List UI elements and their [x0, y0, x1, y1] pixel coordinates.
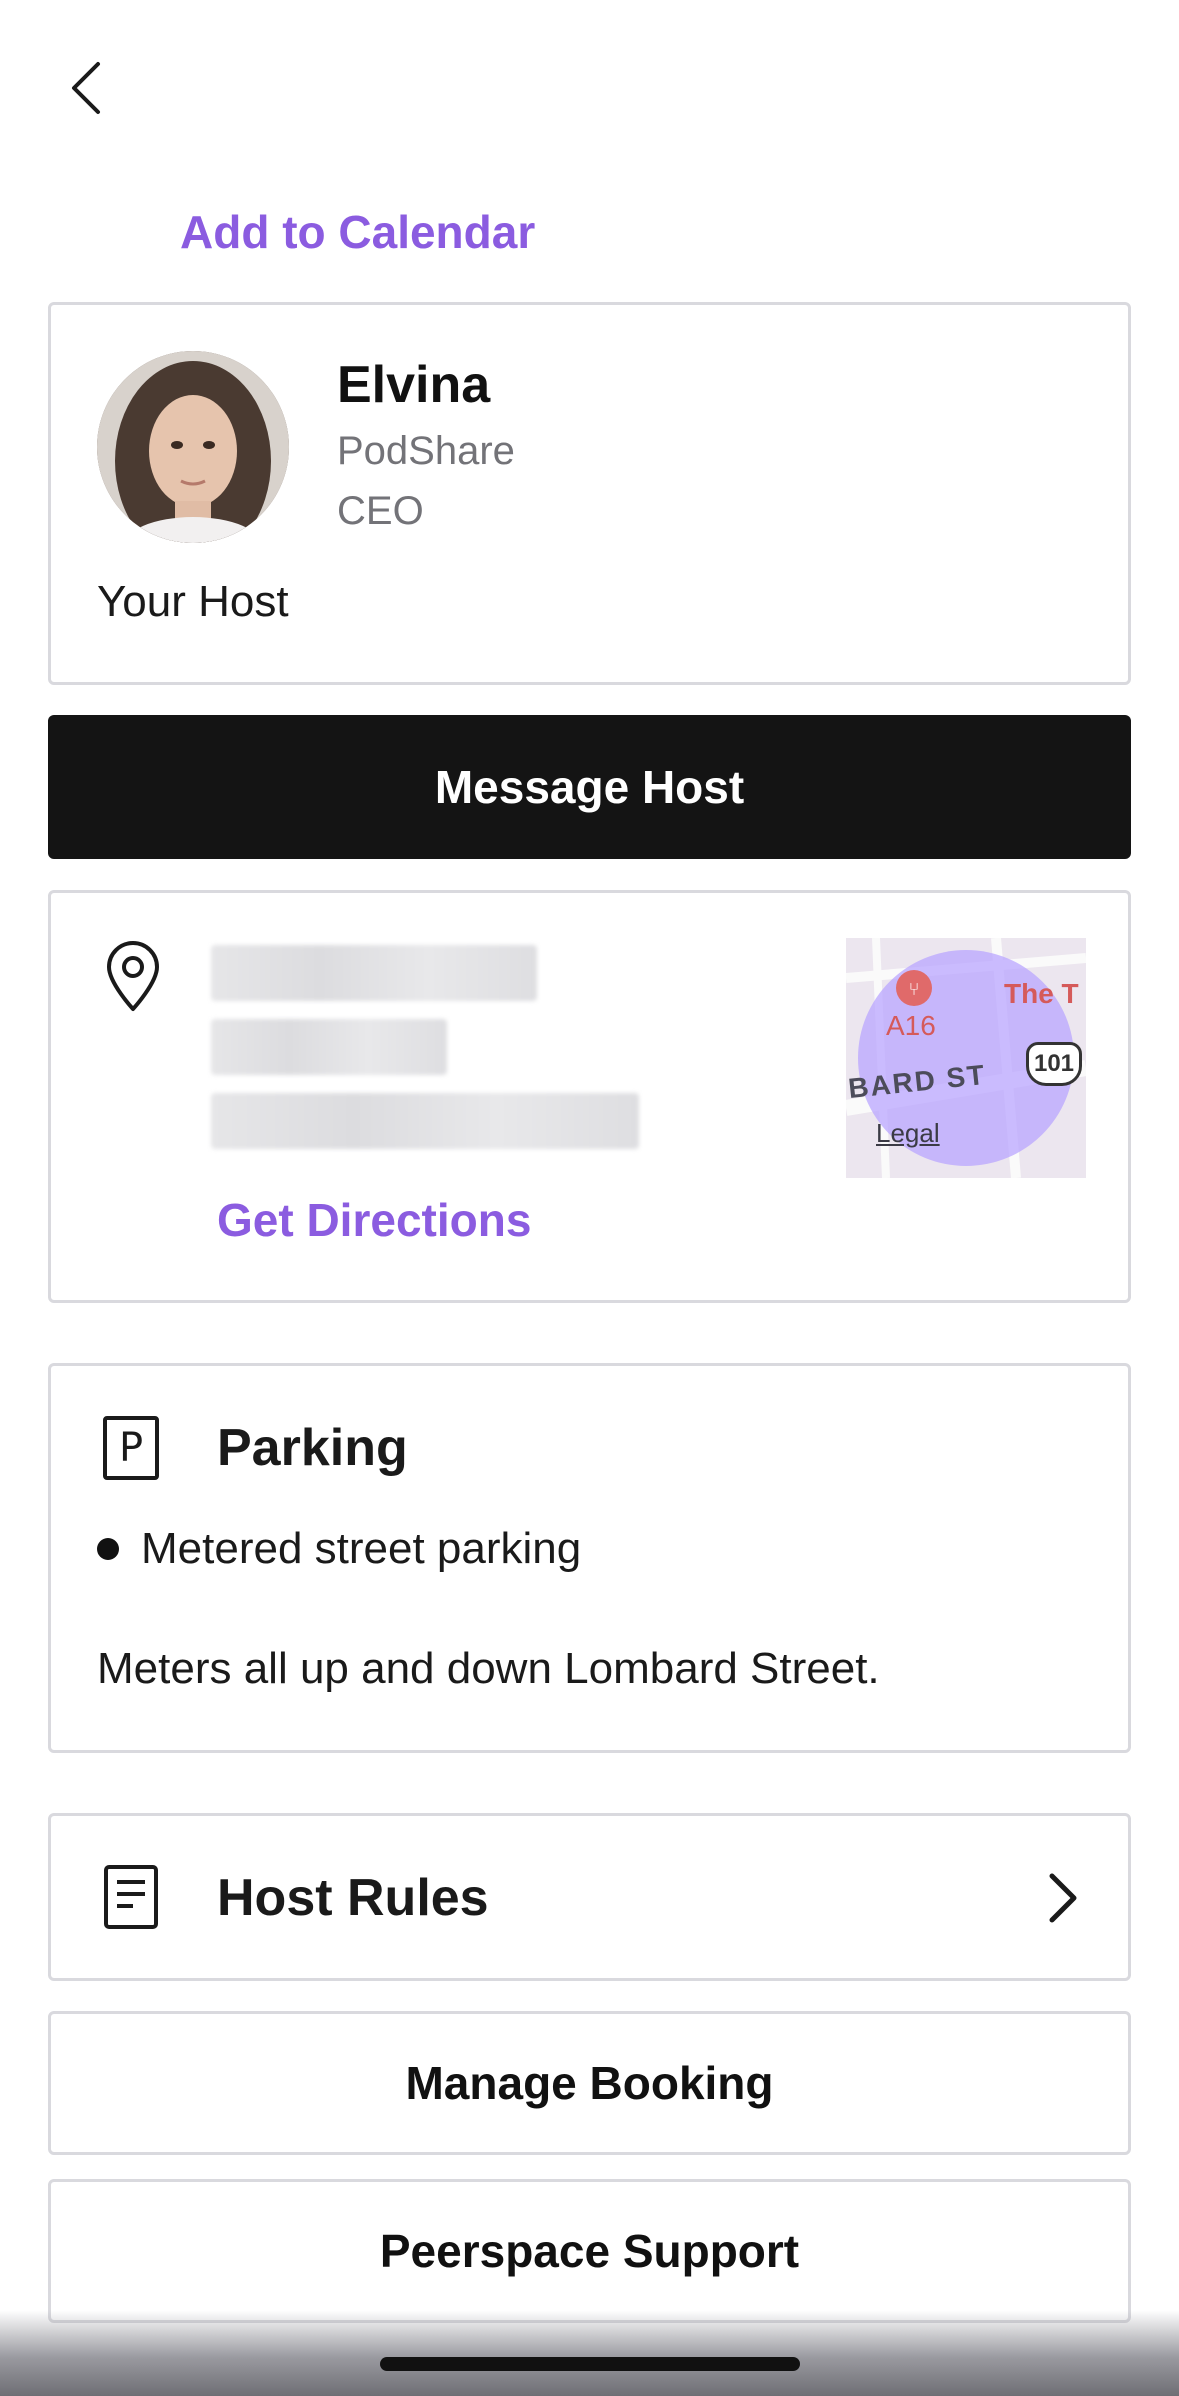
host-name: Elvina: [337, 356, 491, 414]
location-card: Get Directions ⑂ A16 The T BARD ST 101 L…: [48, 890, 1131, 1303]
address-line-blurred: [211, 1093, 639, 1149]
get-directions-link[interactable]: Get Directions: [217, 1193, 531, 1247]
map-label-restaurant: A16: [886, 1010, 936, 1041]
parking-card: P Parking Metered street parking Meters …: [48, 1363, 1131, 1753]
host-rules-row[interactable]: Host Rules: [48, 1813, 1131, 1981]
host-rules-title: Host Rules: [217, 1869, 489, 1927]
map-thumbnail[interactable]: ⑂ A16 The T BARD ST 101 Legal: [846, 938, 1086, 1178]
peerspace-support-button[interactable]: Peerspace Support: [48, 2179, 1131, 2323]
address-line-blurred: [211, 945, 537, 1001]
parking-bullet-text: Metered street parking: [141, 1524, 582, 1573]
chevron-left-icon: [72, 62, 100, 114]
parking-bullet-item: Metered street parking: [97, 1524, 581, 1574]
message-host-button[interactable]: Message Host: [48, 715, 1131, 859]
host-company: PodShare: [337, 429, 515, 473]
host-title: CEO: [337, 489, 424, 533]
avatar: [97, 351, 289, 543]
parking-icon: P: [103, 1416, 159, 1480]
host-label: Your Host: [97, 577, 289, 626]
address-line-blurred: [211, 1019, 447, 1075]
chevron-right-icon: [1049, 1873, 1077, 1923]
svg-text:⑂: ⑂: [909, 979, 920, 1000]
host-card: Elvina PodShare CEO Your Host: [48, 302, 1131, 685]
home-indicator[interactable]: [380, 2357, 800, 2371]
highway-shield: 101: [1026, 1042, 1082, 1086]
manage-booking-button[interactable]: Manage Booking: [48, 2011, 1131, 2155]
bottom-gradient: [0, 2310, 1179, 2396]
parking-title: Parking: [217, 1419, 408, 1477]
map-label-place: The T: [1004, 978, 1079, 1009]
map-pin-icon: [107, 941, 159, 1011]
back-button[interactable]: [58, 60, 114, 116]
add-to-calendar-link[interactable]: Add to Calendar: [180, 205, 535, 259]
highway-shield-label: 101: [1033, 1050, 1075, 1077]
document-icon: [104, 1865, 158, 1929]
map-legal-link[interactable]: Legal: [876, 1118, 940, 1149]
parking-note: Meters all up and down Lombard Street.: [97, 1644, 880, 1693]
bullet-icon: [97, 1538, 119, 1560]
